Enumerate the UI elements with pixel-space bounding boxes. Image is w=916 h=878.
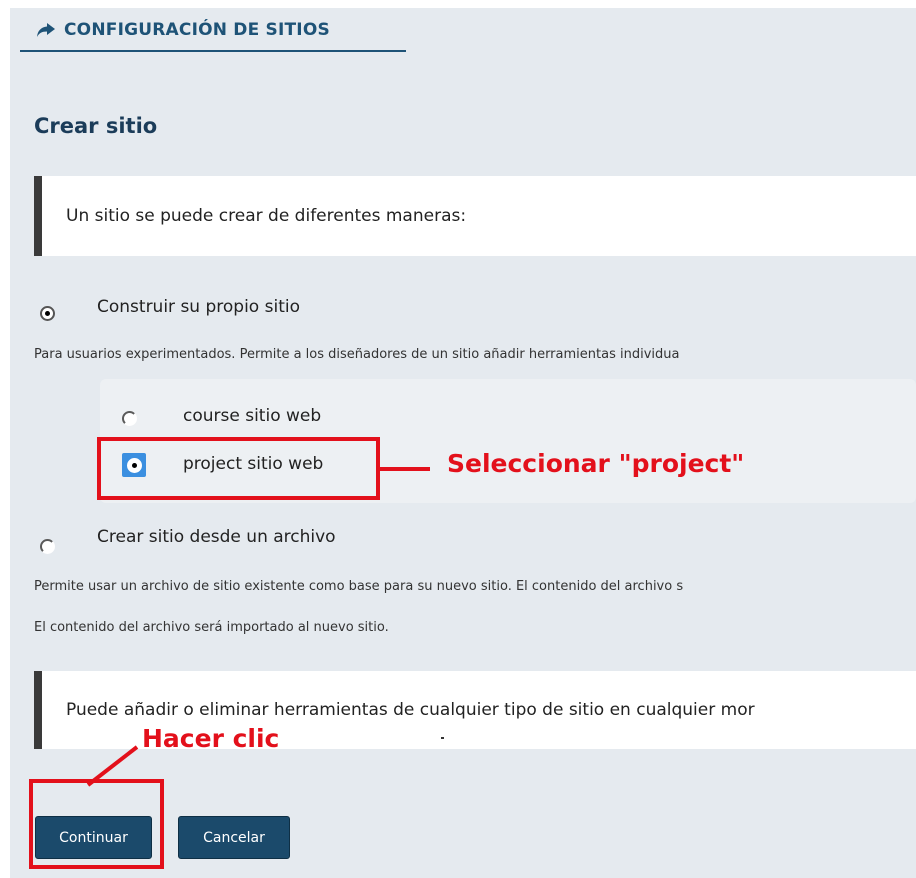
radio-from-archive[interactable] bbox=[40, 539, 55, 554]
section-header-title: CONFIGURACIÓN DE SITIOS bbox=[64, 20, 330, 40]
continue-highlight-box bbox=[29, 779, 164, 869]
radio-course-site[interactable] bbox=[122, 411, 137, 426]
project-callout-line bbox=[380, 467, 430, 471]
page-title: Crear sitio bbox=[34, 114, 158, 138]
section-header: CONFIGURACIÓN DE SITIOS bbox=[20, 8, 406, 52]
radio-build-own-site[interactable] bbox=[40, 306, 55, 321]
click-here-annotation: Hacer clic bbox=[142, 724, 280, 753]
tools-note-text: Puede añadir o eliminar herramientas de … bbox=[66, 700, 755, 720]
project-highlight-box bbox=[97, 437, 380, 500]
intro-note-text: Un sitio se puede crear de diferentes ma… bbox=[66, 206, 467, 226]
site-setup-panel: CONFIGURACIÓN DE SITIOS Crear sitio Un s… bbox=[10, 8, 916, 878]
from-archive-description-2: El contenido del archivo será importado … bbox=[34, 620, 389, 635]
stray-dot bbox=[441, 737, 444, 739]
click-callout-line bbox=[86, 745, 139, 787]
from-archive-label[interactable]: Crear sitio desde un archivo bbox=[97, 527, 336, 547]
cancel-button[interactable]: Cancelar bbox=[178, 816, 290, 859]
from-archive-description-1: Permite usar un archivo de sitio existen… bbox=[34, 579, 684, 594]
select-project-annotation: Seleccionar "project" bbox=[447, 449, 745, 478]
course-site-label[interactable]: course sitio web bbox=[183, 406, 321, 426]
intro-note: Un sitio se puede crear de diferentes ma… bbox=[34, 176, 916, 256]
build-own-site-description: Para usuarios experimentados. Permite a … bbox=[34, 347, 680, 362]
build-own-site-label[interactable]: Construir su propio sitio bbox=[97, 297, 300, 317]
share-arrow-icon bbox=[37, 23, 55, 37]
